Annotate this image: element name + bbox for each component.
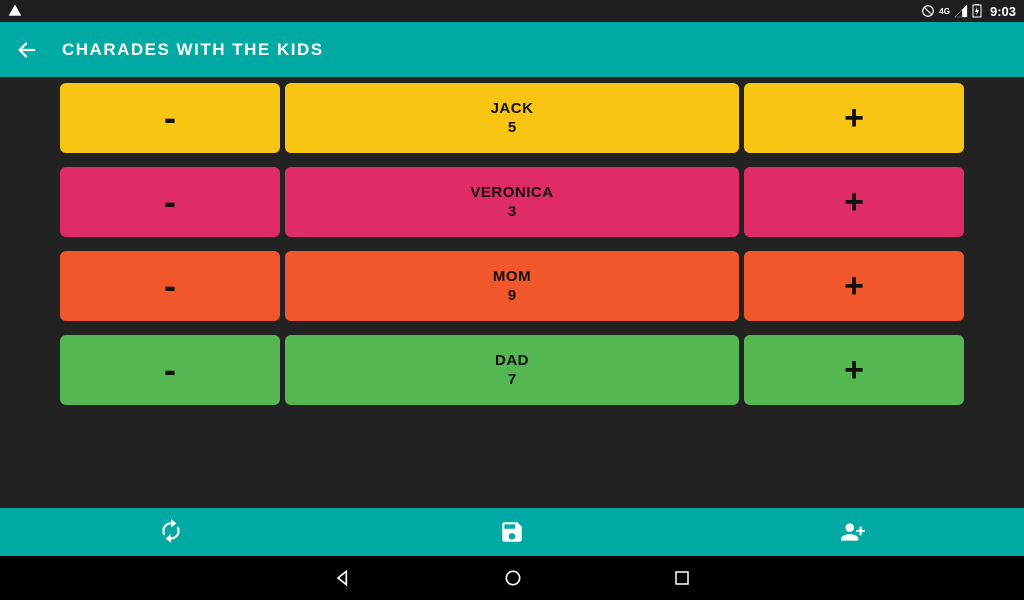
reset-icon [158, 519, 184, 545]
player-row: - DAD 7 + [60, 335, 964, 405]
decrement-button[interactable]: - [60, 167, 280, 237]
minus-icon: - [164, 100, 176, 136]
player-name: VERONICA [470, 184, 553, 201]
player-score: 5 [508, 119, 516, 136]
plus-icon: + [844, 353, 864, 387]
reset-button[interactable] [0, 519, 341, 545]
save-button[interactable] [341, 519, 682, 545]
plus-icon: + [844, 185, 864, 219]
plus-icon: + [844, 101, 864, 135]
increment-button[interactable]: + [744, 251, 964, 321]
player-score: 3 [508, 203, 516, 220]
player-info[interactable]: JACK 5 [285, 83, 739, 153]
players-list: - JACK 5 + - VERONICA 3 + - MOM 9 + - DAD 7 + [0, 77, 1024, 508]
player-info[interactable]: MOM 9 [285, 251, 739, 321]
back-arrow-icon[interactable] [16, 39, 38, 61]
warning-icon [8, 4, 22, 18]
system-nav-bar [0, 556, 1024, 600]
player-score: 9 [508, 287, 516, 304]
minus-icon: - [164, 268, 176, 304]
signal-icon [954, 4, 968, 18]
player-row: - JACK 5 + [60, 83, 964, 153]
action-bar [0, 508, 1024, 556]
status-bar: 4G 9:03 [0, 0, 1024, 22]
player-info[interactable]: DAD 7 [285, 335, 739, 405]
battery-charging-icon [972, 4, 982, 18]
no-sim-icon [921, 4, 935, 18]
player-row: - VERONICA 3 + [60, 167, 964, 237]
app-bar: CHARADES WITH THE KIDS [0, 22, 1024, 77]
minus-icon: - [164, 352, 176, 388]
nav-recent-button[interactable] [673, 569, 691, 587]
page-title: CHARADES WITH THE KIDS [62, 40, 324, 60]
decrement-button[interactable]: - [60, 335, 280, 405]
decrement-button[interactable]: - [60, 251, 280, 321]
player-name: DAD [495, 352, 529, 369]
plus-icon: + [844, 269, 864, 303]
decrement-button[interactable]: - [60, 83, 280, 153]
network-badge: 4G [939, 7, 950, 16]
player-info[interactable]: VERONICA 3 [285, 167, 739, 237]
increment-button[interactable]: + [744, 167, 964, 237]
minus-icon: - [164, 184, 176, 220]
nav-back-button[interactable] [333, 568, 353, 588]
status-time: 9:03 [990, 4, 1016, 19]
player-row: - MOM 9 + [60, 251, 964, 321]
nav-home-button[interactable] [503, 568, 523, 588]
player-score: 7 [508, 371, 516, 388]
add-player-button[interactable] [683, 519, 1024, 545]
player-name: MOM [493, 268, 531, 285]
increment-button[interactable]: + [744, 83, 964, 153]
increment-button[interactable]: + [744, 335, 964, 405]
save-icon [499, 519, 525, 545]
person-add-icon [840, 519, 866, 545]
player-name: JACK [491, 100, 534, 117]
